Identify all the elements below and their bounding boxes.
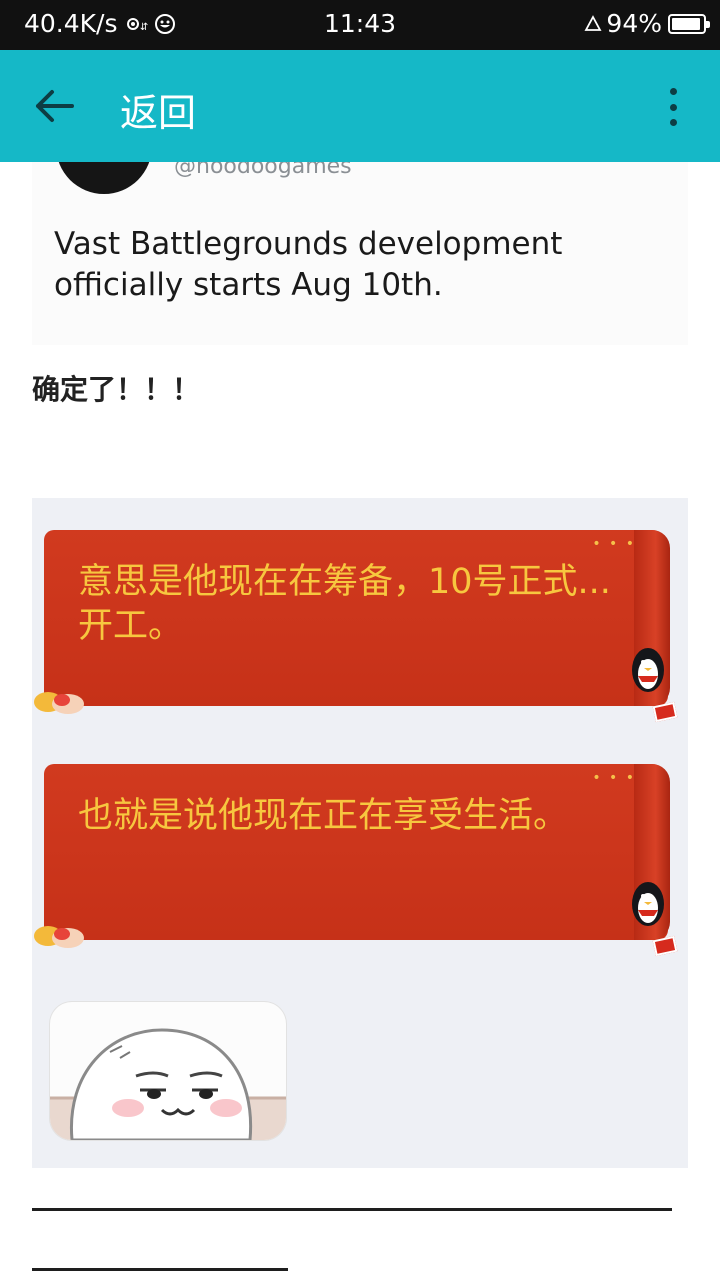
divider	[32, 1208, 672, 1211]
app-bar: 返回	[0, 50, 720, 162]
battery-fill	[672, 17, 701, 30]
alarm-triangle-icon	[584, 14, 602, 33]
embedded-tweet-card[interactable]: @hoodoogames Vast Battlegrounds developm…	[32, 110, 688, 345]
chat-bubble-text: 也就是说他现在正在享受生活。	[78, 796, 569, 836]
smug-face-icon	[50, 1028, 286, 1140]
cloud-decoration-icon	[34, 692, 84, 714]
penguin-icon	[632, 648, 664, 692]
penguin-icon	[632, 882, 664, 926]
back-label[interactable]: 返回	[120, 82, 196, 137]
sparkle-decoration: • • •	[592, 770, 636, 786]
battery-percent: 94%	[606, 9, 662, 38]
sparkle-decoration: • • •	[592, 536, 636, 552]
red-envelope-icon	[652, 935, 678, 957]
status-bar: 40.4K/s ⇵ 11:43 94%	[0, 0, 720, 50]
tweet-text: Vast Battlegrounds development officiall…	[54, 226, 563, 303]
chat-bubble-text: 意思是他现在在筹备，10号正式...开工。	[78, 562, 611, 646]
cloud-decoration-icon	[34, 926, 84, 948]
post-caption: 确定了！！！	[32, 373, 201, 406]
back-arrow-icon[interactable]	[34, 86, 78, 126]
more-options-icon[interactable]	[666, 88, 680, 126]
divider	[32, 1268, 288, 1271]
battery-icon	[668, 13, 710, 34]
red-envelope-icon	[652, 701, 678, 723]
chat-bubble: • • • 也就是说他现在正在享受生活。	[34, 764, 678, 957]
smug-face-sticker[interactable]	[50, 1002, 286, 1140]
chat-screenshot: • • • 意思是他现在在筹备，10号正式...开工。 • • • 也就是说他现…	[32, 498, 688, 1168]
chat-bubble: • • • 意思是他现在在筹备，10号正式...开工。	[34, 530, 678, 723]
